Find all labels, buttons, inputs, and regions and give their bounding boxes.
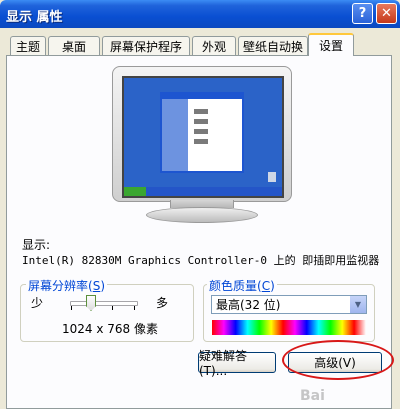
tab-settings[interactable]: 设置: [308, 33, 354, 56]
preview-taskbar: [124, 187, 282, 196]
resolution-value: 1024 x 768 像素: [62, 322, 158, 336]
slider-min-label: 少: [31, 296, 44, 310]
recycle-bin-icon: [268, 172, 276, 182]
chevron-down-icon[interactable]: ▼: [349, 296, 366, 313]
start-button-icon: [124, 187, 146, 196]
help-button[interactable]: ?: [352, 3, 373, 24]
preview-window: [160, 92, 244, 173]
watermark: Bai: [300, 388, 325, 404]
resolution-slider[interactable]: [70, 301, 138, 306]
window-title: 显示 属性: [6, 10, 63, 25]
tab-appearance[interactable]: 外观: [192, 36, 236, 55]
display-label: 显示:: [22, 238, 51, 252]
monitor-preview: [112, 66, 292, 202]
display-device: Intel(R) 82830M Graphics Controller-0 上的…: [22, 254, 380, 267]
tab-theme[interactable]: 主题: [10, 36, 46, 55]
close-button[interactable]: ✕: [376, 3, 397, 24]
tab-wallpaper-auto[interactable]: 壁纸自动换: [238, 36, 308, 55]
title-bar[interactable]: 显示 属性 ? ✕: [0, 0, 400, 28]
monitor-base: [146, 207, 258, 223]
color-quality-value: 最高(32 位): [216, 298, 281, 312]
highlight-circle: [282, 340, 394, 380]
monitor-screen: [122, 76, 284, 198]
tab-screensaver[interactable]: 屏幕保护程序: [102, 36, 190, 55]
resolution-group-label: 屏幕分辨率(S): [26, 277, 108, 294]
close-icon: ✕: [381, 6, 392, 21]
tab-desktop[interactable]: 桌面: [48, 36, 100, 55]
slider-max-label: 多: [156, 296, 169, 310]
color-spectrum-bar: [212, 320, 366, 335]
color-quality-select[interactable]: 最高(32 位) ▼: [211, 295, 367, 314]
help-icon: ?: [358, 6, 367, 21]
color-quality-group-label: 颜色质量(C): [207, 277, 277, 294]
troubleshoot-button[interactable]: 疑难解答(T)...: [198, 349, 276, 378]
